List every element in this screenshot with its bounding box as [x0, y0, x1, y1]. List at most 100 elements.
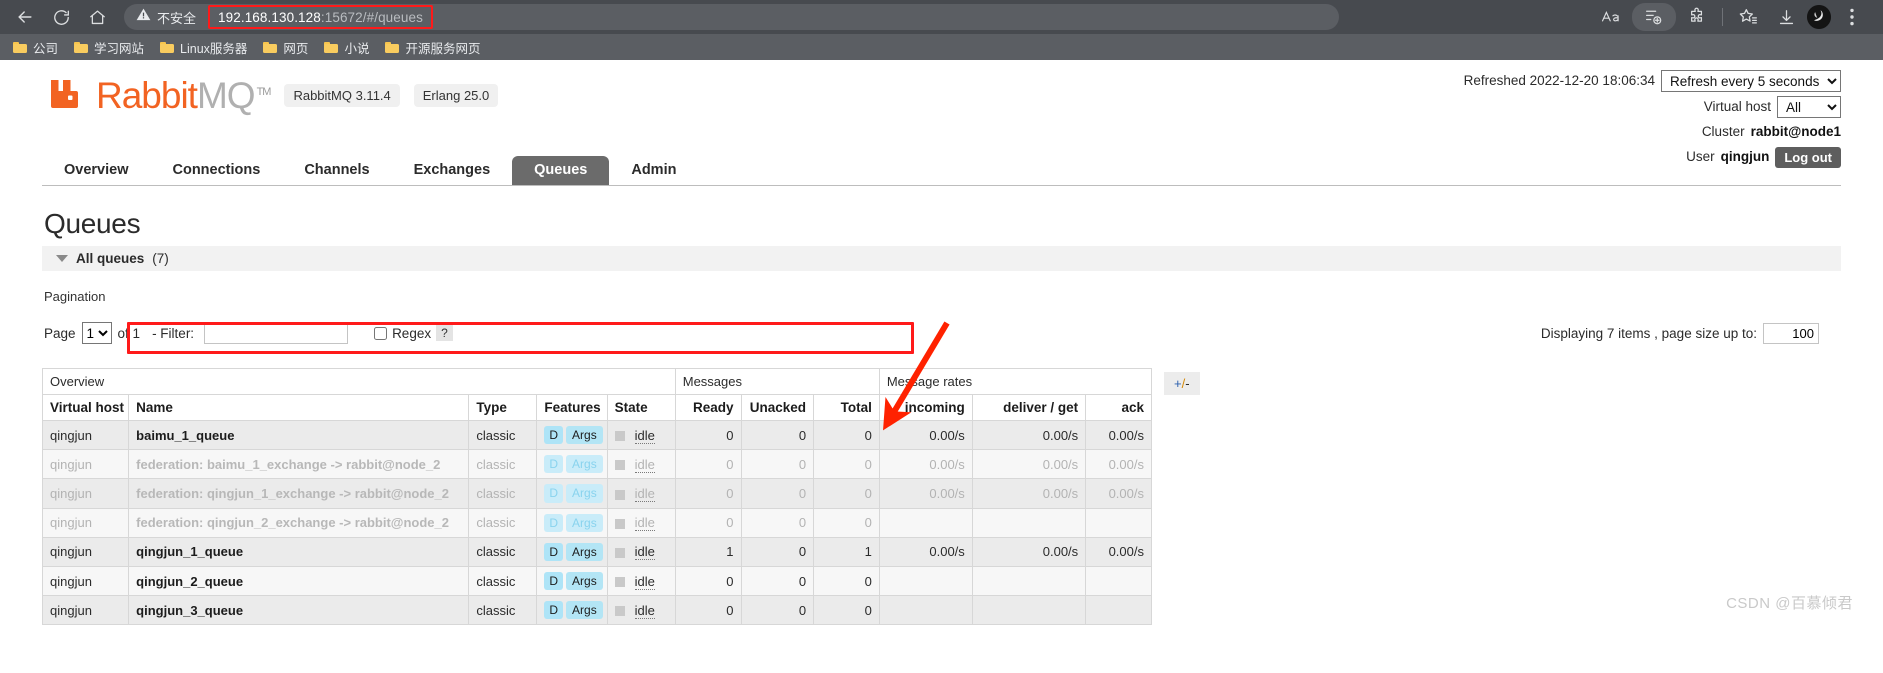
- home-button[interactable]: [80, 3, 114, 31]
- all-queues-section-header[interactable]: All queues (7): [42, 246, 1841, 271]
- queue-name-link[interactable]: qingjun_1_queue: [136, 544, 243, 559]
- regex-checkbox[interactable]: [374, 326, 388, 340]
- tab-channels[interactable]: Channels: [282, 156, 391, 186]
- col-ready[interactable]: Ready: [674, 394, 742, 421]
- col-unacked[interactable]: Unacked: [740, 394, 815, 421]
- col-ack[interactable]: ack: [1085, 394, 1152, 421]
- bookmark-item[interactable]: 小说: [317, 36, 376, 59]
- immersive-reader-icon: [1601, 8, 1621, 26]
- cell-unacked: 0: [740, 507, 815, 538]
- col-name[interactable]: Name: [128, 394, 470, 421]
- cell-deliver-get: 0.00/s: [971, 478, 1087, 509]
- queue-name-link[interactable]: qingjun_3_queue: [136, 603, 243, 618]
- state-label: idle: [634, 427, 655, 444]
- queue-name-link[interactable]: federation: qingjun_1_exchange -> rabbit…: [136, 486, 449, 501]
- regex-control-group: Regex ?: [374, 325, 453, 341]
- state-swatch-icon: [614, 460, 625, 471]
- bookmark-item[interactable]: 开源服务网页: [378, 36, 487, 59]
- cell-total: 0: [813, 595, 880, 626]
- filter-input[interactable]: [204, 322, 349, 344]
- collections-button[interactable]: [1632, 3, 1676, 31]
- table-row[interactable]: qingjun baimu_1_queue classic D Args idle…: [41, 419, 1152, 451]
- tab-exchanges[interactable]: Exchanges: [392, 156, 513, 186]
- cell-unacked: 0: [740, 419, 815, 451]
- column-toggle-button[interactable]: +/-: [1164, 372, 1200, 395]
- tab-admin[interactable]: Admin: [609, 156, 698, 186]
- table-row[interactable]: qingjun federation: qingjun_1_exchange -…: [41, 478, 1152, 509]
- security-indicator[interactable]: 不安全: [136, 7, 204, 27]
- feature-durable-badge[interactable]: D: [544, 601, 564, 620]
- feature-args-badge[interactable]: Args: [566, 426, 603, 445]
- table-row[interactable]: qingjun qingjun_2_queue classic D Args id…: [41, 565, 1152, 597]
- tab-overview[interactable]: Overview: [42, 156, 151, 186]
- col-incoming[interactable]: incoming: [878, 394, 973, 421]
- table-row[interactable]: qingjun qingjun_1_queue classic D Args id…: [41, 536, 1152, 567]
- col-type[interactable]: Type: [468, 394, 538, 421]
- state-label: idle: [634, 485, 655, 502]
- col-features[interactable]: Features: [536, 394, 608, 421]
- col-virtual-host[interactable]: Virtual host: [41, 394, 130, 421]
- col-deliver-get[interactable]: deliver / get: [971, 394, 1087, 421]
- state-label: idle: [634, 544, 655, 561]
- col-state[interactable]: State: [606, 394, 676, 421]
- table-row[interactable]: qingjun qingjun_3_queue classic D Args id…: [41, 595, 1152, 626]
- queue-name-link[interactable]: federation: baimu_1_exchange -> rabbit@n…: [136, 457, 440, 472]
- immersive-reader-button[interactable]: [1594, 3, 1628, 31]
- feature-args-badge[interactable]: Args: [566, 571, 603, 591]
- queue-name-link[interactable]: baimu_1_queue: [136, 428, 234, 443]
- bookmarks-bar: 公司 学习网站 Linux服务器 网页 小说 开源服务网页: [0, 34, 1883, 60]
- cell-ready: 0: [674, 449, 742, 480]
- address-bar[interactable]: 不安全 192.168.130.128:15672/#/queues: [124, 4, 1339, 30]
- feature-durable-badge[interactable]: D: [544, 455, 564, 474]
- feature-args-badge[interactable]: Args: [566, 513, 603, 532]
- bookmark-label: Linux服务器: [180, 41, 248, 56]
- rabbitmq-logo-icon[interactable]: [48, 76, 82, 115]
- bookmark-item[interactable]: Linux服务器: [153, 36, 254, 59]
- cell-vhost: qingjun: [41, 536, 130, 567]
- cell-vhost: qingjun: [41, 507, 130, 538]
- feature-durable-badge[interactable]: D: [544, 542, 564, 561]
- refresh-interval-select[interactable]: Refresh every 5 seconds: [1661, 70, 1841, 92]
- tab-connections[interactable]: Connections: [151, 156, 283, 186]
- vhost-row: Virtual host All: [1464, 96, 1841, 118]
- feature-durable-badge[interactable]: D: [544, 513, 564, 532]
- bookmark-item[interactable]: 公司: [6, 36, 65, 59]
- back-button[interactable]: [8, 3, 42, 31]
- feature-args-badge[interactable]: Args: [566, 542, 603, 561]
- queues-table-container: +/- Overview Messages Message rates Virt: [41, 368, 1841, 626]
- downloads-button[interactable]: [1769, 3, 1803, 31]
- favorites-star-icon: [1738, 7, 1758, 27]
- feature-durable-badge[interactable]: D: [544, 571, 564, 591]
- table-row[interactable]: qingjun federation: baimu_1_exchange -> …: [41, 449, 1152, 480]
- extensions-button[interactable]: [1680, 3, 1714, 31]
- feature-durable-badge[interactable]: D: [544, 426, 564, 445]
- refreshed-timestamp: Refreshed 2022-12-20 18:06:34: [1463, 72, 1655, 88]
- regex-label: Regex: [392, 325, 432, 341]
- feature-args-badge[interactable]: Args: [566, 601, 603, 620]
- home-icon: [88, 8, 107, 27]
- reload-button[interactable]: [44, 3, 78, 31]
- bookmark-item[interactable]: 学习网站: [67, 36, 151, 59]
- state-swatch-icon: [614, 606, 625, 617]
- queue-name-link[interactable]: federation: qingjun_2_exchange -> rabbit…: [136, 515, 449, 530]
- bookmark-item[interactable]: 网页: [256, 36, 315, 59]
- feature-durable-badge[interactable]: D: [544, 484, 564, 503]
- cell-vhost: qingjun: [41, 449, 130, 480]
- page-number-select[interactable]: 1: [81, 322, 112, 344]
- chevron-down-icon[interactable]: [56, 255, 68, 262]
- profile-avatar[interactable]: [1807, 5, 1831, 29]
- cell-unacked: 0: [740, 536, 815, 567]
- queue-name-link[interactable]: qingjun_2_queue: [136, 574, 243, 589]
- feature-args-badge[interactable]: Args: [566, 484, 603, 503]
- table-row[interactable]: qingjun federation: qingjun_2_exchange -…: [41, 507, 1152, 538]
- rabbitmq-wordmark[interactable]: RabbitMQ TM: [96, 77, 271, 114]
- virtual-host-select[interactable]: All: [1777, 96, 1841, 118]
- tab-queues[interactable]: Queues: [512, 155, 610, 185]
- favorites-button[interactable]: [1731, 3, 1765, 31]
- browser-menu-button[interactable]: [1835, 3, 1869, 31]
- col-total[interactable]: Total: [813, 394, 880, 421]
- page-size-input[interactable]: [1763, 322, 1819, 344]
- regex-help-icon[interactable]: ?: [436, 325, 453, 341]
- page-title: Queues: [44, 208, 141, 239]
- feature-args-badge[interactable]: Args: [566, 455, 603, 474]
